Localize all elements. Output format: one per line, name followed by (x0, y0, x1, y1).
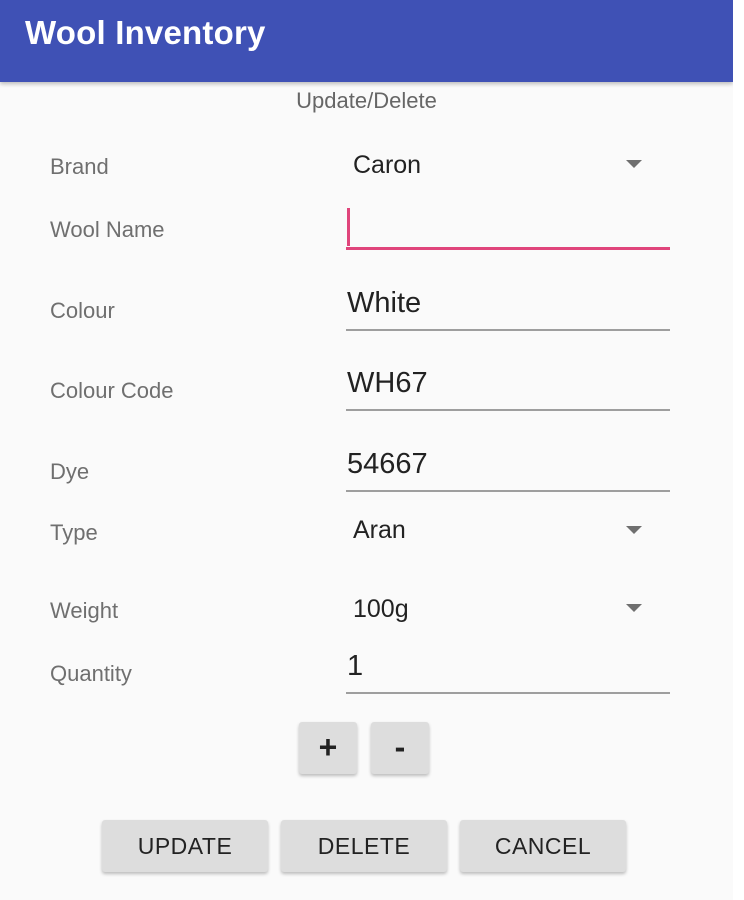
dye-label: Dye (50, 459, 90, 484)
brand-label: Brand (50, 154, 109, 179)
triangle-down-icon (626, 526, 642, 534)
triangle-down-icon (626, 604, 642, 612)
quantity-label: Quantity (50, 661, 132, 686)
quantity-value: 1 (347, 650, 364, 682)
colour-code-field[interactable]: WH67 (346, 367, 670, 411)
app-title: Wool Inventory (25, 14, 266, 51)
screen-edge (733, 0, 744, 900)
wool-name-label: Wool Name (50, 217, 165, 242)
increment-button[interactable]: + (299, 722, 357, 774)
wool-name-field[interactable] (346, 206, 670, 250)
dye-value: 54667 (347, 448, 428, 480)
dye-field[interactable]: 54667 (346, 448, 670, 492)
colour-field[interactable]: White (346, 287, 670, 331)
decrement-button[interactable]: - (371, 722, 429, 774)
quantity-field[interactable]: 1 (346, 650, 670, 694)
type-label: Type (50, 520, 98, 545)
colour-code-value: WH67 (347, 367, 428, 399)
brand-value: Caron (353, 151, 422, 179)
weight-value: 100g (353, 595, 409, 623)
cancel-button[interactable]: CANCEL (460, 820, 626, 872)
delete-button[interactable]: DELETE (281, 820, 447, 872)
triangle-down-icon (626, 160, 642, 168)
type-value: Aran (353, 516, 406, 544)
weight-label: Weight (50, 598, 119, 623)
form-subtitle: Update/Delete (296, 88, 437, 113)
colour-code-label: Colour Code (50, 378, 174, 403)
colour-value: White (347, 287, 422, 319)
colour-label: Colour (50, 298, 115, 323)
text-cursor (347, 208, 350, 246)
update-button[interactable]: UPDATE (102, 820, 268, 872)
screen: Wool Inventory Update/Delete Brand Caron… (0, 0, 733, 900)
app-bar: Wool Inventory (0, 0, 733, 82)
